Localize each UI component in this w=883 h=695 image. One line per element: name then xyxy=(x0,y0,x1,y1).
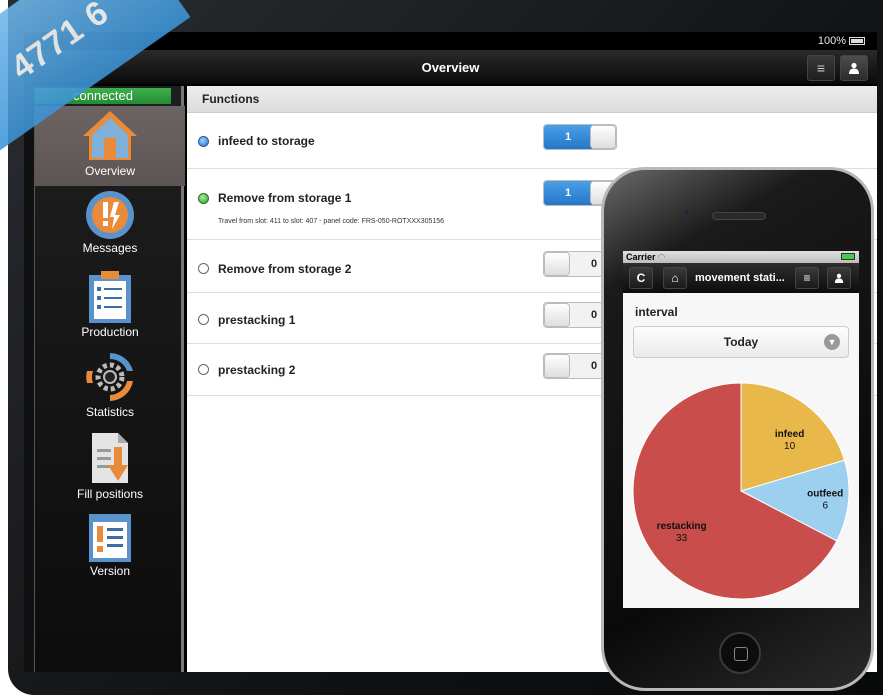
sidebar-item-label: Overview xyxy=(84,164,135,178)
sidebar-item-fill-positions[interactable]: Fill positions xyxy=(35,429,185,501)
status-dot-icon xyxy=(198,193,209,204)
phone-status-bar: Carrier ◠ xyxy=(623,251,859,263)
refresh-icon: C xyxy=(636,271,646,285)
sidebar-item-overview[interactable]: Overview xyxy=(35,106,185,186)
home-icon: ⌂ xyxy=(671,271,679,285)
function-row[interactable]: infeed to storage 1 xyxy=(187,114,877,169)
function-toggle[interactable]: 1 xyxy=(543,124,617,150)
phone-screen: Carrier ◠ C ⌂ movement stati... ≡ interv… xyxy=(623,251,859,608)
function-title: infeed to storage xyxy=(218,134,315,148)
interval-value: Today xyxy=(723,335,759,349)
home-icon xyxy=(83,111,137,160)
menu-button[interactable]: ≡ xyxy=(795,267,819,289)
status-dot-icon xyxy=(198,314,209,325)
status-dot-icon xyxy=(198,263,209,274)
phone-device: Carrier ◠ C ⌂ movement stati... ≡ interv… xyxy=(601,167,874,691)
function-title: prestacking 2 xyxy=(218,363,296,377)
pie-value-restacking: 33 xyxy=(676,533,688,544)
toggle-knob xyxy=(590,125,616,149)
battery-percent: 100% xyxy=(817,35,846,47)
function-title: Remove from storage 1 xyxy=(218,191,352,205)
top-bar: Overview ≡ xyxy=(24,50,877,85)
sidebar-item-label: Fill positions xyxy=(76,487,144,501)
toggle-knob xyxy=(544,303,570,327)
pie-value-infeed: 10 xyxy=(784,441,796,452)
toggle-value: 1 xyxy=(544,125,592,149)
user-button[interactable] xyxy=(840,55,868,81)
refresh-button[interactable]: C xyxy=(629,267,653,289)
menu-button[interactable]: ≡ xyxy=(807,55,835,81)
phone-page-title: movement stati... xyxy=(695,272,785,284)
sidebar-item-messages[interactable]: Messages xyxy=(35,189,185,255)
camera-icon xyxy=(683,209,691,217)
user-icon xyxy=(849,62,859,74)
carrier-label: Carrier xyxy=(626,252,656,262)
user-icon xyxy=(834,273,844,283)
wifi-icon: ◠ xyxy=(658,252,665,262)
menu-icon: ≡ xyxy=(816,60,826,76)
menu-icon: ≡ xyxy=(803,271,811,285)
clipboard-icon xyxy=(89,271,131,323)
toggle-knob xyxy=(544,354,570,378)
sidebar-item-statistics[interactable]: Statistics xyxy=(35,349,185,419)
page-title: Overview xyxy=(421,60,480,75)
statistics-icon xyxy=(86,353,133,401)
sidebar-item-production[interactable]: Production xyxy=(35,269,185,339)
status-dot-icon xyxy=(198,364,209,375)
home-button[interactable]: ⌂ xyxy=(663,267,687,289)
pie-label-restacking: restacking xyxy=(657,521,707,532)
speaker-grille xyxy=(712,212,766,220)
movement-pie-chart: infeed10 outfeed6 restacking33 xyxy=(632,382,850,600)
status-dot-icon xyxy=(198,136,209,147)
chevron-down-icon: ▼ xyxy=(824,334,840,350)
messages-icon xyxy=(86,191,134,239)
toggle-knob xyxy=(544,252,570,276)
interval-label: interval xyxy=(635,305,678,319)
function-title: Remove from storage 2 xyxy=(218,262,352,276)
sidebar-item-label: Statistics xyxy=(85,405,134,419)
battery-icon xyxy=(849,37,865,45)
function-title: prestacking 1 xyxy=(218,313,296,327)
interval-select[interactable]: Today ▼ xyxy=(633,326,849,358)
functions-header: Functions xyxy=(187,86,877,113)
pie-value-outfeed: 6 xyxy=(822,500,828,511)
fill-positions-icon xyxy=(92,433,128,483)
pie-label-infeed: infeed xyxy=(775,429,804,440)
pie-label-outfeed: outfeed xyxy=(807,488,843,499)
sidebar-panel: connected Overview Messages Production S… xyxy=(34,86,185,672)
sidebar-item-label: Messages xyxy=(82,241,138,255)
battery-icon xyxy=(841,253,855,260)
phone-top-bar: C ⌂ movement stati... ≡ xyxy=(623,263,859,293)
function-detail: Travel from slot: 411 to slot: 407 - pan… xyxy=(218,218,445,225)
sidebar-item-label: Production xyxy=(81,325,139,339)
version-icon xyxy=(89,514,131,562)
toggle-value: 1 xyxy=(544,181,592,205)
sidebar-item-label: Version xyxy=(89,564,131,578)
sidebar: connected Overview Messages Production S… xyxy=(24,86,185,672)
sidebar-item-version[interactable]: Version xyxy=(35,512,185,578)
phone-home-button[interactable] xyxy=(719,632,761,674)
user-button[interactable] xyxy=(827,267,851,289)
